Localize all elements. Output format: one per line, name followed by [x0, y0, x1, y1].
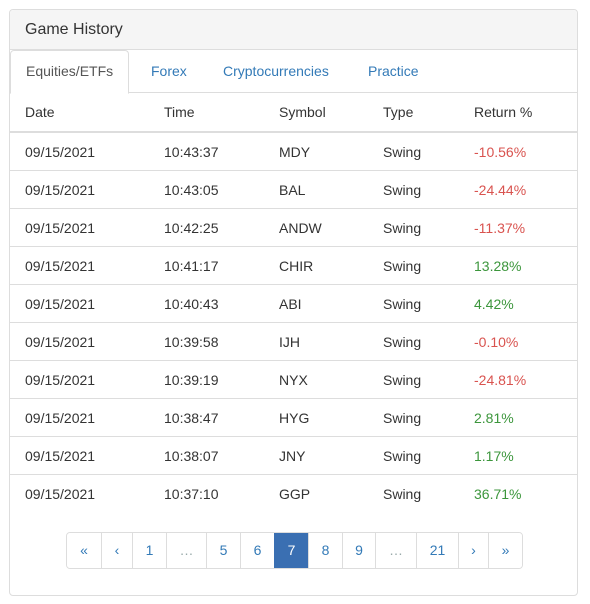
tab-equities-etfs[interactable]: Equities/ETFs: [10, 50, 130, 94]
date-cell: 09/15/2021: [10, 131, 164, 171]
tab-forex[interactable]: Forex: [136, 50, 202, 93]
table-header-row: Date Time Symbol Type Return %: [10, 93, 577, 133]
pagination: «‹ 1… 5 6 7 8 9… 21 ›»: [66, 532, 523, 569]
type-cell: Swing: [383, 474, 474, 512]
return-cell: 4.42%: [474, 284, 577, 323]
header-symbol: Symbol: [279, 93, 383, 133]
type-cell: Swing: [383, 208, 474, 247]
last-page-button[interactable]: »: [488, 533, 522, 568]
table-row: 09/15/2021 10:41:17 CHIR Swing 13.28%: [10, 246, 577, 285]
symbol-cell: ABI: [279, 284, 383, 323]
symbol-cell: BAL: [279, 170, 383, 209]
header-date: Date: [10, 93, 164, 133]
date-cell: 09/15/2021: [10, 436, 164, 475]
ellipsis: …: [375, 533, 416, 568]
prev-page-button[interactable]: ‹: [101, 533, 132, 568]
time-cell: 10:37:10: [164, 474, 279, 512]
return-cell: -10.56%: [474, 131, 577, 171]
type-cell: Swing: [383, 170, 474, 209]
game-history-table: Date Time Symbol Type Return % 09/15/202…: [10, 93, 577, 512]
symbol-cell: ANDW: [279, 208, 383, 247]
table-row: 09/15/2021 10:38:07 JNY Swing 1.17%: [10, 436, 577, 475]
time-cell: 10:43:05: [164, 170, 279, 209]
table-row: 09/15/2021 10:39:58 IJH Swing -0.10%: [10, 322, 577, 361]
table-row: 09/15/2021 10:40:43 ABI Swing 4.42%: [10, 284, 577, 323]
page-8-button[interactable]: 8: [308, 533, 342, 568]
next-page-button[interactable]: ›: [458, 533, 488, 568]
time-cell: 10:39:19: [164, 360, 279, 399]
time-cell: 10:42:25: [164, 208, 279, 247]
table-row: 09/15/2021 10:42:25 ANDW Swing -11.37%: [10, 208, 577, 247]
return-cell: -24.44%: [474, 170, 577, 209]
page-9-button[interactable]: 9: [342, 533, 375, 568]
tab-practice[interactable]: Practice: [353, 50, 434, 93]
symbol-cell: GGP: [279, 474, 383, 512]
return-cell: -11.37%: [474, 208, 577, 247]
ellipsis: …: [166, 533, 206, 568]
return-cell: 36.71%: [474, 474, 577, 512]
time-cell: 10:38:07: [164, 436, 279, 475]
return-cell: -24.81%: [474, 360, 577, 399]
page-6-button[interactable]: 6: [240, 533, 274, 568]
table-row: 09/15/2021 10:39:19 NYX Swing -24.81%: [10, 360, 577, 399]
type-cell: Swing: [383, 246, 474, 285]
table-row: 09/15/2021 10:43:37 MDY Swing -10.56%: [10, 131, 577, 171]
type-cell: Swing: [383, 398, 474, 437]
type-cell: Swing: [383, 131, 474, 171]
date-cell: 09/15/2021: [10, 208, 164, 247]
date-cell: 09/15/2021: [10, 398, 164, 437]
date-cell: 09/15/2021: [10, 360, 164, 399]
date-cell: 09/15/2021: [10, 246, 164, 285]
page-7-button[interactable]: 7: [274, 533, 308, 568]
return-cell: 2.81%: [474, 398, 577, 437]
header-time: Time: [164, 93, 279, 133]
symbol-cell: CHIR: [279, 246, 383, 285]
page-1-button[interactable]: 1: [132, 533, 166, 568]
table-row: 09/15/2021 10:37:10 GGP Swing 36.71%: [10, 474, 577, 512]
return-cell: 13.28%: [474, 246, 577, 285]
date-cell: 09/15/2021: [10, 474, 164, 512]
time-cell: 10:41:17: [164, 246, 279, 285]
symbol-cell: IJH: [279, 322, 383, 361]
tab-bar: Equities/ETFs Forex Cryptocurrencies Pra…: [10, 50, 577, 94]
type-cell: Swing: [383, 360, 474, 399]
tab-cryptocurrencies[interactable]: Cryptocurrencies: [208, 50, 344, 93]
date-cell: 09/15/2021: [10, 322, 164, 361]
time-cell: 10:39:58: [164, 322, 279, 361]
return-cell: -0.10%: [474, 322, 577, 361]
panel-title: Game History: [10, 10, 577, 50]
time-cell: 10:40:43: [164, 284, 279, 323]
return-cell: 1.17%: [474, 436, 577, 475]
table-row: 09/15/2021 10:38:47 HYG Swing 2.81%: [10, 398, 577, 437]
symbol-cell: NYX: [279, 360, 383, 399]
header-return: Return %: [474, 93, 577, 133]
page-5-button[interactable]: 5: [206, 533, 240, 568]
page-21-button[interactable]: 21: [416, 533, 458, 568]
type-cell: Swing: [383, 436, 474, 475]
date-cell: 09/15/2021: [10, 284, 164, 323]
type-cell: Swing: [383, 322, 474, 361]
date-cell: 09/15/2021: [10, 170, 164, 209]
first-page-button[interactable]: «: [67, 533, 101, 568]
symbol-cell: MDY: [279, 131, 383, 171]
symbol-cell: JNY: [279, 436, 383, 475]
table-row: 09/15/2021 10:43:05 BAL Swing -24.44%: [10, 170, 577, 209]
symbol-cell: HYG: [279, 398, 383, 437]
game-history-panel: Game History Equities/ETFs Forex Cryptoc…: [9, 9, 578, 596]
time-cell: 10:43:37: [164, 131, 279, 171]
type-cell: Swing: [383, 284, 474, 323]
header-type: Type: [383, 93, 474, 133]
time-cell: 10:38:47: [164, 398, 279, 437]
